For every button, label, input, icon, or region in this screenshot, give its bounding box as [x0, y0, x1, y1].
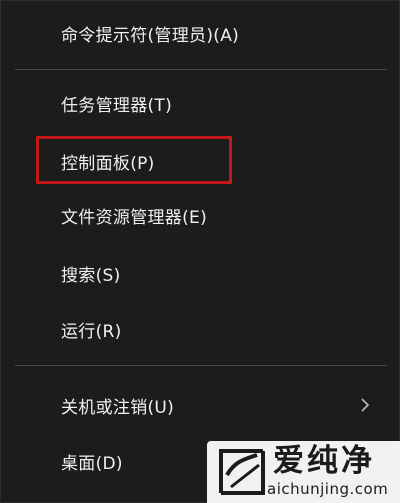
- chevron-right-icon: [361, 398, 370, 412]
- watermark-logo-icon: [219, 449, 265, 495]
- menu-item-label: 任务管理器(T): [61, 95, 173, 116]
- watermark-title: 爱纯净: [273, 443, 375, 479]
- menu-item-shutdown-signout[interactable]: 关机或注销(U): [15, 383, 387, 427]
- menu-item-run[interactable]: 运行(R): [15, 307, 387, 351]
- watermark: 爱纯净 aichunjing.com: [207, 441, 400, 503]
- menu-item-task-manager[interactable]: 任务管理器(T): [15, 81, 387, 125]
- menu-item-command-prompt-admin[interactable]: 命令提示符(管理员)(A): [15, 11, 387, 55]
- menu-separator: [15, 365, 387, 366]
- menu-item-label: 关机或注销(U): [61, 397, 175, 418]
- menu-item-search[interactable]: 搜索(S): [15, 251, 387, 295]
- menu-item-label: 命令提示符(管理员)(A): [61, 25, 240, 46]
- menu-item-label: 桌面(D): [61, 453, 123, 474]
- control-panel-highlight-box: [36, 136, 232, 184]
- watermark-url: aichunjing.com: [267, 480, 389, 498]
- menu-item-file-explorer[interactable]: 文件资源管理器(E): [15, 193, 387, 237]
- menu-item-label: 文件资源管理器(E): [61, 207, 208, 228]
- context-menu: 命令提示符(管理员)(A) 任务管理器(T) 控制面板(P) 文件资源管理器(E…: [0, 0, 400, 503]
- menu-separator: [15, 69, 387, 70]
- menu-item-label: 运行(R): [61, 321, 122, 342]
- menu-item-label: 搜索(S): [61, 265, 121, 286]
